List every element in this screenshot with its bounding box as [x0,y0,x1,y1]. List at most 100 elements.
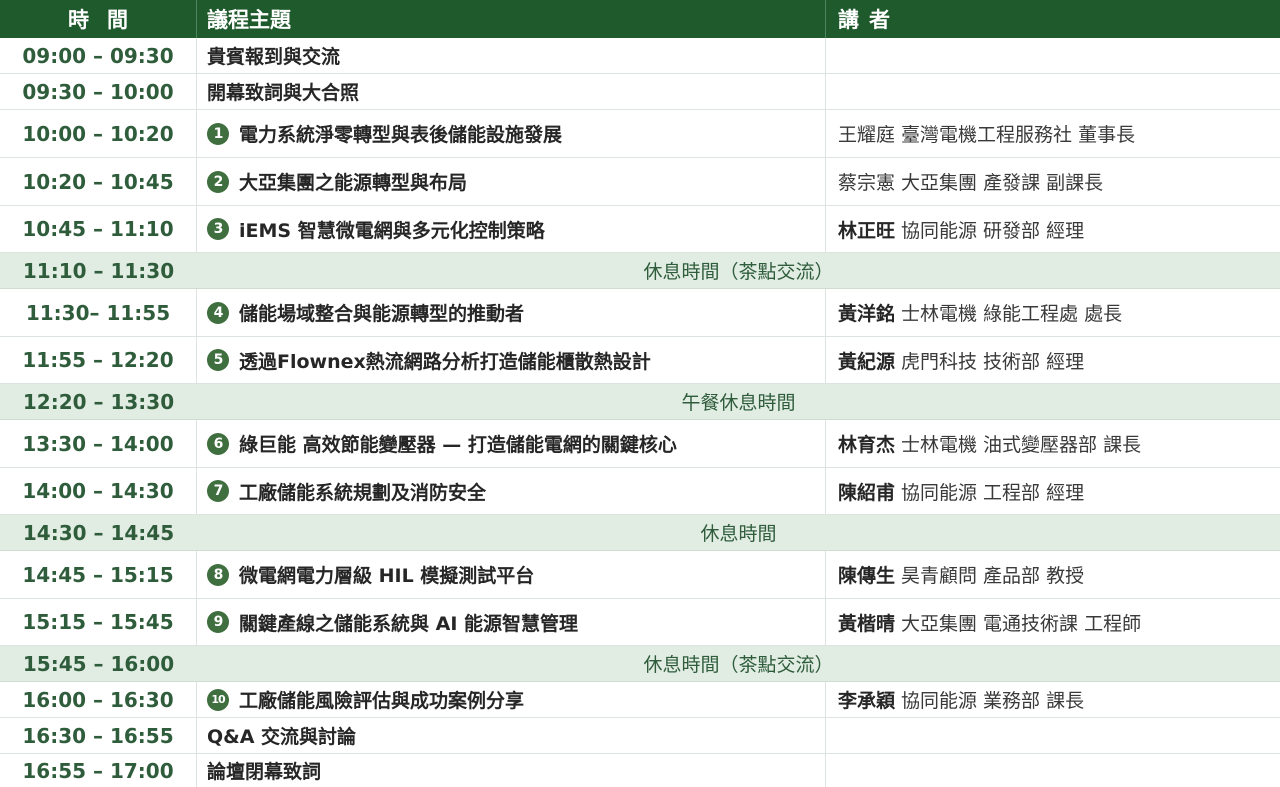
session-topic: 8 微電網電力層級 HIL 模擬測試平台 [197,551,826,598]
session-speaker [826,718,1280,753]
session-time: 09:30 – 10:00 [0,74,197,109]
topic-text: 關鍵產線之儲能系統與 AI 能源智慧管理 [239,612,579,635]
session-speaker [826,74,1280,109]
speaker-org: 士林電機 油式變壓器部 課長 [901,434,1142,456]
speaker-org: 王耀庭 臺灣電機工程服務社 董事長 [838,124,1136,146]
header-speaker: 講者 [838,8,900,32]
table-row: 09:00 – 09:30 貴賓報到與交流 [0,38,1280,74]
session-time: 13:30 – 14:00 [0,420,197,467]
session-number-badge: 10 [207,688,229,711]
session-topic: 3 iEMS 智慧微電網與多元化控制策略 [197,206,826,252]
session-speaker: 林正旺 協同能源 研發部 經理 [826,206,1280,252]
speaker-org: 協同能源 工程部 經理 [901,481,1085,504]
header-time: 時間 [0,0,197,38]
speaker-name: 林正旺 [838,219,896,242]
table-header: 時間 議程主題 講者 [0,0,1280,38]
session-speaker: 陳傳生 昊青顧問 產品部 教授 [826,551,1280,598]
break-row: 12:20 – 13:30 午餐休息時間 [0,384,1280,420]
table-row: 16:00 – 16:30 10 工廠儲能風險評估與成功案例分享 李承穎 協同能源 … [0,682,1280,718]
session-time: 10:00 – 10:20 [0,110,197,157]
topic-text: 開幕致詞與大合照 [207,82,360,104]
session-topic: 2 大亞集團之能源轉型與布局 [197,158,826,205]
topic-text: 微電網電力層級 HIL 模擬測試平台 [239,565,535,587]
break-label: 午餐休息時間 [681,392,796,414]
speaker-name: 黃洋銘 [838,303,896,325]
session-topic: 7 工廠儲能系統規劃及消防安全 [197,468,826,514]
session-topic: 4 儲能場域整合與能源轉型的推動者 [197,289,826,336]
break-row: 15:45 – 16:00 休息時間（茶點交流） [0,646,1280,682]
session-topic: 6 綠巨能 高效節能變壓器 — 打造儲能電網的關鍵核心 [197,420,826,467]
session-time: 09:00 – 09:30 [0,38,197,73]
session-topic: 開幕致詞與大合照 [197,74,826,109]
break-time: 12:20 – 13:30 [22,389,175,414]
speaker-org: 協同能源 業務部 課長 [901,690,1085,712]
table-row: 11:30– 11:55 4 儲能場域整合與能源轉型的推動者 黃洋銘 士林電機 綠能… [0,289,1280,337]
session-speaker: 陳紹甫 協同能源 工程部 經理 [826,468,1280,514]
speaker-org: 虎門科技 技術部 經理 [901,350,1085,373]
agenda-table: 時間 議程主題 講者 09:00 – 09:30 貴賓報到與交流 09:30 –… [0,0,1280,787]
topic-text: iEMS 智慧微電網與多元化控制策略 [239,219,545,242]
speaker-name: 林育杰 [838,434,896,456]
topic-text: 論壇閉幕致詞 [207,761,322,783]
break-row: 11:10 – 11:30 休息時間（茶點交流） [0,253,1280,289]
session-topic: 論壇閉幕致詞 [197,754,826,787]
session-speaker: 黃楷晴 大亞集團 電通技術課 工程師 [826,599,1280,645]
table-row: 10:45 – 11:10 3 iEMS 智慧微電網與多元化控制策略 林正旺 協同能… [0,206,1280,253]
topic-text: 大亞集團之能源轉型與布局 [239,172,468,194]
table-row: 16:30 – 16:55 Q&A 交流與討論 [0,718,1280,754]
break-time: 14:30 – 14:45 [22,520,175,545]
session-speaker: 李承穎 協同能源 業務部 課長 [826,682,1280,717]
session-speaker: 黃洋銘 士林電機 綠能工程處 處長 [826,289,1280,336]
break-label: 休息時間（茶點交流） [643,261,834,283]
speaker-name: 黃楷晴 [838,612,896,635]
table-row: 09:30 – 10:00 開幕致詞與大合照 [0,74,1280,110]
session-speaker: 蔡宗憲 大亞集團 產發課 副課長 [826,158,1280,205]
speaker-name: 陳傳生 [838,565,896,587]
break-label: 休息時間（茶點交流） [643,654,834,676]
topic-text: 儲能場域整合與能源轉型的推動者 [239,303,525,325]
speaker-org: 昊青顧問 產品部 教授 [901,565,1085,587]
session-speaker: 王耀庭 臺灣電機工程服務社 董事長 [826,110,1280,157]
table-row: 16:55 – 17:00 論壇閉幕致詞 [0,754,1280,787]
session-number-badge: 4 [207,301,229,324]
topic-text: Q&A 交流與討論 [207,726,357,748]
session-topic: 10 工廠儲能風險評估與成功案例分享 [197,682,826,717]
session-time: 10:45 – 11:10 [0,206,197,252]
session-time: 15:15 – 15:45 [0,599,197,645]
header-topic: 議程主題 [197,0,826,38]
session-number-badge: 1 [207,122,229,145]
speaker-org: 協同能源 研發部 經理 [901,219,1085,242]
session-speaker: 林育杰 士林電機 油式變壓器部 課長 [826,420,1280,467]
session-time: 16:30 – 16:55 [0,718,197,753]
session-time: 11:30– 11:55 [0,289,197,336]
table-row: 13:30 – 14:00 6 綠巨能 高效節能變壓器 — 打造儲能電網的關鍵核心… [0,420,1280,468]
session-speaker [826,754,1280,787]
session-number-badge: 3 [207,218,229,240]
session-number-badge: 6 [207,432,229,455]
speaker-org: 大亞集團 電通技術課 工程師 [901,612,1142,635]
table-row: 11:55 – 12:20 5 透過Flownex熱流網路分析打造儲能櫃散熱設計 … [0,337,1280,384]
session-time: 11:55 – 12:20 [0,337,197,383]
session-topic: 1 電力系統淨零轉型與表後儲能設施發展 [197,110,826,157]
session-time: 16:00 – 16:30 [0,682,197,717]
speaker-name: 李承穎 [838,690,896,712]
table-row: 10:20 – 10:45 2 大亞集團之能源轉型與布局 蔡宗憲 大亞集團 產發課… [0,158,1280,206]
speaker-org: 蔡宗憲 大亞集團 產發課 副課長 [838,172,1104,194]
topic-text: 貴賓報到與交流 [207,46,341,68]
session-time: 10:20 – 10:45 [0,158,197,205]
topic-text: 透過Flownex熱流網路分析打造儲能櫃散熱設計 [239,350,651,373]
session-time: 14:45 – 15:15 [0,551,197,598]
break-time: 15:45 – 16:00 [22,651,175,676]
topic-text: 綠巨能 高效節能變壓器 — 打造儲能電網的關鍵核心 [239,434,677,456]
session-topic: Q&A 交流與討論 [197,718,826,753]
session-time: 14:00 – 14:30 [0,468,197,514]
table-row: 14:45 – 15:15 8 微電網電力層級 HIL 模擬測試平台 陳傳生 昊青顧… [0,551,1280,599]
session-speaker [826,38,1280,73]
table-row: 14:00 – 14:30 7 工廠儲能系統規劃及消防安全 陳紹甫 協同能源 工程部… [0,468,1280,515]
table-row: 10:00 – 10:20 1 電力系統淨零轉型與表後儲能設施發展 王耀庭 臺灣電… [0,110,1280,158]
break-label: 休息時間 [700,523,777,545]
session-number-badge: 7 [207,480,229,502]
session-topic: 9 關鍵產線之儲能系統與 AI 能源智慧管理 [197,599,826,645]
session-number-badge: 5 [207,349,229,371]
session-time: 16:55 – 17:00 [0,754,197,787]
